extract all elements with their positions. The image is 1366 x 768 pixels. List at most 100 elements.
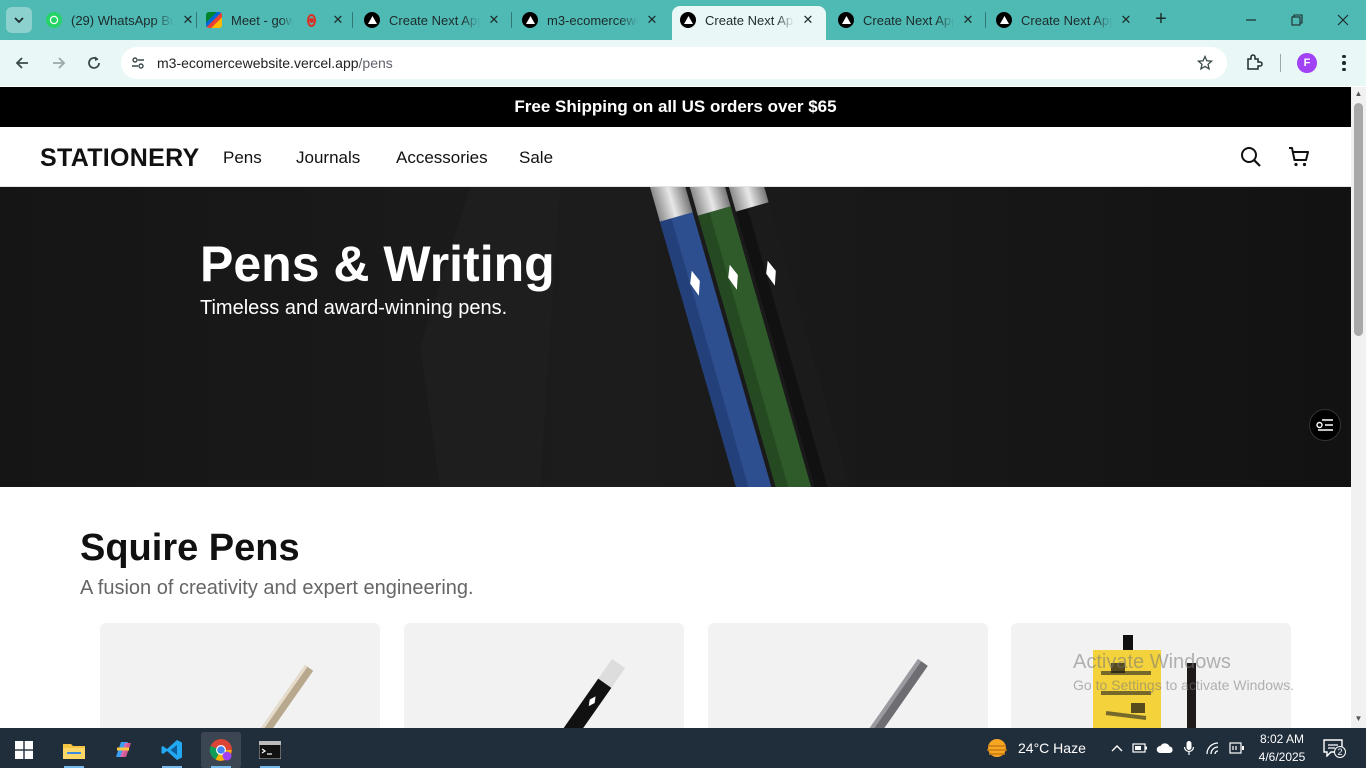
hero-title: Pens & Writing	[200, 236, 555, 292]
scroll-up-arrow[interactable]: ▲	[1354, 90, 1363, 98]
weather-icon[interactable]	[985, 737, 1009, 759]
url-host: m3-ecomercewebsite.vercel.app	[157, 55, 359, 71]
cart-icon[interactable]	[1286, 144, 1312, 170]
page-viewport: Free Shipping on all US orders over $65 …	[0, 87, 1351, 728]
minimize-icon	[1246, 19, 1256, 21]
close-window-button[interactable]	[1328, 6, 1358, 34]
vercel-icon	[522, 12, 538, 28]
new-tab-button[interactable]: +	[1150, 8, 1172, 30]
product-card[interactable]	[708, 623, 988, 728]
restore-button[interactable]	[1282, 6, 1312, 34]
browser-tab[interactable]: m3-ecomercewebsite ✕	[522, 6, 660, 34]
vercel-icon	[996, 12, 1012, 28]
tab-title: m3-ecomercewebsite	[547, 12, 638, 28]
clock-date[interactable]: 4/6/2025	[1256, 750, 1308, 764]
browser-menu-button[interactable]	[1334, 51, 1354, 75]
file-explorer-button[interactable]	[54, 732, 94, 768]
close-icon	[1337, 14, 1349, 26]
bookmark-star-icon[interactable]	[1195, 53, 1215, 73]
hero-subtitle: Timeless and award-winning pens.	[200, 297, 508, 319]
browser-tab[interactable]: Create Next App ✕	[996, 6, 1134, 34]
windows-logo-icon	[15, 741, 33, 759]
activate-windows-subtitle: Go to Settings to activate Windows.	[1073, 677, 1294, 693]
tab-title: Create Next App	[705, 12, 794, 28]
terminal-button[interactable]	[250, 732, 290, 768]
profile-avatar[interactable]: F	[1297, 53, 1317, 73]
tab-title: (29) WhatsApp Business	[71, 12, 174, 28]
section-title: Squire Pens	[80, 527, 300, 569]
tab-divider	[511, 12, 512, 28]
recording-icon	[307, 13, 316, 27]
close-icon[interactable]: ✕	[180, 12, 196, 28]
product-image	[230, 665, 314, 728]
site-logo[interactable]: STATIONERY	[40, 144, 199, 173]
microphone-icon[interactable]	[1180, 739, 1198, 757]
volume-device-icon[interactable]	[1228, 739, 1246, 757]
close-icon[interactable]: ✕	[644, 12, 660, 28]
close-icon[interactable]: ✕	[800, 12, 816, 28]
product-card[interactable]	[100, 623, 380, 728]
tab-divider	[196, 12, 197, 28]
notifications-button[interactable]: 2	[1322, 737, 1346, 759]
tab-title: Meet - gow-	[231, 12, 293, 28]
puzzle-icon	[1247, 54, 1263, 70]
notification-count-badge: 2	[1334, 746, 1346, 758]
nav-link-accessories[interactable]: Accessories	[396, 148, 488, 168]
tab-title: Create Next App	[1021, 12, 1112, 28]
scrollbar-thumb[interactable]	[1354, 103, 1363, 336]
vercel-icon	[364, 12, 380, 28]
hero-pens-image	[0, 187, 1351, 487]
reload-button[interactable]	[80, 49, 108, 77]
wifi-icon[interactable]	[1204, 739, 1222, 757]
site-settings-icon[interactable]	[129, 54, 147, 72]
extensions-button[interactable]	[1242, 50, 1266, 74]
chevron-up-icon[interactable]	[1108, 739, 1126, 757]
browser-tab[interactable]: Create Next App ✕	[838, 6, 976, 34]
forward-button[interactable]	[45, 49, 73, 77]
start-button[interactable]	[4, 732, 44, 768]
browser-tab-bar: (29) WhatsApp Business ✕ Meet - gow- ✕ C…	[0, 0, 1366, 40]
url-text: m3-ecomercewebsite.vercel.app/pens	[157, 55, 393, 71]
minimize-button[interactable]	[1236, 6, 1266, 34]
browser-toolbar: m3-ecomercewebsite.vercel.app/pens	[0, 40, 1366, 86]
onedrive-cloud-icon[interactable]	[1156, 739, 1174, 757]
back-button[interactable]	[8, 49, 36, 77]
tab-title: Create Next App	[389, 12, 480, 28]
nav-link-sale[interactable]: Sale	[519, 148, 553, 168]
close-icon[interactable]: ✕	[486, 12, 502, 28]
filter-toggle-button[interactable]	[1309, 409, 1341, 441]
product-card[interactable]	[404, 623, 684, 728]
browser-tab[interactable]: Create Next App ✕	[364, 6, 502, 34]
tab-divider	[352, 12, 353, 28]
site-header: STATIONERY Pens Journals Accessories Sal…	[0, 127, 1351, 187]
close-icon[interactable]: ✕	[1118, 12, 1134, 28]
clock-time[interactable]: 8:02 AM	[1258, 732, 1306, 746]
search-icon[interactable]	[1238, 144, 1264, 170]
arrow-left-icon	[15, 57, 28, 69]
close-icon[interactable]: ✕	[330, 12, 344, 28]
address-bar[interactable]: m3-ecomercewebsite.vercel.app/pens	[121, 47, 1227, 79]
folder-icon	[63, 744, 85, 759]
browser-tab-active[interactable]: Create Next App ✕	[672, 6, 826, 40]
browser-tab[interactable]: (29) WhatsApp Business ✕	[46, 6, 196, 34]
weather-text[interactable]: 24°C Haze	[1018, 740, 1086, 756]
activate-windows-title: Activate Windows	[1073, 651, 1231, 673]
copilot-button[interactable]	[103, 732, 143, 768]
chrome-button[interactable]	[201, 732, 241, 768]
tab-search-button[interactable]	[6, 7, 32, 33]
vscode-button[interactable]	[152, 732, 192, 768]
battery-icon[interactable]	[1131, 739, 1149, 757]
section-subtitle: A fusion of creativity and expert engine…	[80, 577, 474, 599]
google-meet-icon	[206, 12, 222, 28]
product-image	[529, 659, 626, 728]
page-scrollbar[interactable]: ▲ ▼	[1351, 87, 1366, 728]
product-card[interactable]	[1011, 623, 1291, 728]
scroll-down-arrow[interactable]: ▼	[1354, 715, 1363, 723]
nav-link-pens[interactable]: Pens	[223, 148, 262, 168]
nav-link-journals[interactable]: Journals	[296, 148, 360, 168]
close-icon[interactable]: ✕	[960, 12, 976, 28]
chrome-icon	[209, 739, 232, 761]
product-image	[843, 659, 928, 728]
sliders-icon	[1316, 419, 1333, 431]
browser-tab[interactable]: Meet - gow- ✕	[206, 6, 344, 34]
